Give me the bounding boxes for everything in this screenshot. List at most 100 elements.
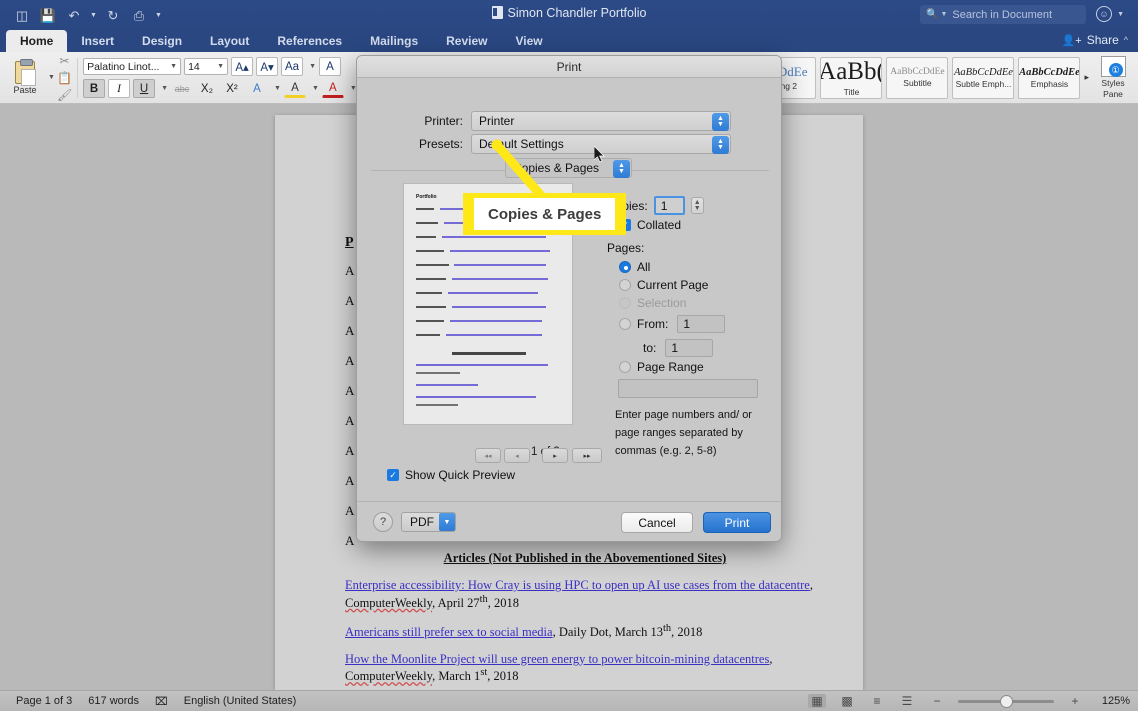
article-source: ComputerWeekly (345, 595, 433, 610)
draft-view-icon[interactable]: ☰ (898, 694, 916, 708)
undo-icon[interactable]: ↶ (62, 4, 86, 26)
redo-icon[interactable]: ↻ (101, 4, 125, 26)
proofing-icon[interactable]: ⌧ (155, 695, 168, 708)
font-name-combo[interactable]: Palatino Linot... ▼ (83, 58, 182, 75)
zoom-slider[interactable] (958, 694, 1054, 708)
clear-formatting-icon[interactable]: A (319, 57, 341, 76)
section-stepper-icon[interactable]: ▲ ▼ (613, 160, 630, 178)
status-right-cluster: ▦ ▩ ≡ ☰ − + 125% (808, 694, 1130, 708)
zoom-in-button[interactable]: + (1066, 694, 1084, 708)
article-link[interactable]: How the Moonlite Project will use green … (345, 652, 769, 666)
ribbon-collapse-icon[interactable]: ^ (1124, 35, 1128, 45)
paste-dropdown-icon[interactable]: ▼ (48, 74, 55, 81)
pages-all-radio[interactable] (619, 261, 631, 273)
help-button[interactable]: ? (373, 512, 393, 532)
article-date: , March 1 (432, 669, 481, 684)
font-size-combo[interactable]: 14 ▼ (184, 58, 229, 75)
tab-insert[interactable]: Insert (67, 30, 128, 52)
outline-view-icon[interactable]: ≡ (868, 694, 886, 708)
share-button[interactable]: 👤+ Share ^ (1062, 33, 1128, 47)
save-icon[interactable]: 💾 (36, 4, 60, 26)
styles-pane-button[interactable]: ① Styles Pane (1093, 56, 1133, 99)
underline-button[interactable]: U (133, 79, 156, 98)
pages-page-range-radio[interactable] (619, 361, 631, 373)
customize-toolbar-icon[interactable]: ▼ (155, 12, 162, 19)
cut-icon[interactable]: ✂ (60, 54, 70, 68)
feedback-dropdown-icon[interactable]: ▼ (1117, 11, 1124, 18)
status-page[interactable]: Page 1 of 3 (16, 695, 72, 707)
chevron-down-icon: ▼ (170, 63, 178, 70)
change-case-dropdown-icon[interactable]: ▼ (309, 63, 316, 70)
undo-dropdown-icon[interactable]: ▼ (90, 12, 97, 19)
web-layout-view-icon[interactable]: ▩ (838, 694, 856, 708)
tab-layout[interactable]: Layout (196, 30, 263, 52)
preview-last-button[interactable]: ▸▸ (572, 448, 602, 463)
style-subtle-emphasis[interactable]: AaBbCcDdEe Subtle Emph... (952, 56, 1015, 99)
article-link[interactable]: Americans still prefer sex to social med… (345, 625, 553, 639)
tab-design[interactable]: Design (128, 30, 196, 52)
search-dropdown-icon[interactable]: ▼ (940, 11, 947, 18)
print-section-select[interactable]: Copies & Pages ▲ ▼ (505, 158, 632, 178)
sidebar-toggle-icon[interactable]: ◫ (10, 4, 34, 26)
pdf-dropdown-icon[interactable]: ▼ (439, 513, 455, 531)
preview-next-button[interactable]: ▸ (542, 448, 568, 463)
print-layout-view-icon[interactable]: ▦ (808, 694, 826, 708)
copy-icon[interactable]: 📋 (57, 71, 72, 85)
status-language[interactable]: English (United States) (184, 695, 297, 707)
strikethrough-button[interactable]: abc (171, 79, 193, 98)
style-sample: AaBbCcDdEe (890, 67, 945, 77)
tab-view[interactable]: View (501, 30, 556, 52)
highlight-icon[interactable]: A (283, 79, 306, 98)
print-button[interactable]: Print (703, 512, 771, 533)
tab-review[interactable]: Review (432, 30, 501, 52)
status-words[interactable]: 617 words (88, 695, 139, 707)
preview-first-button[interactable]: ◂◂ (475, 448, 501, 463)
cancel-button[interactable]: Cancel (621, 512, 693, 533)
style-title[interactable]: AaBb( Title (820, 56, 883, 99)
pages-current-radio[interactable] (619, 279, 631, 291)
shrink-font-icon[interactable]: A▾ (256, 57, 279, 76)
show-quick-preview-checkbox[interactable]: ✓ (387, 469, 399, 481)
bold-button[interactable]: B (83, 79, 106, 98)
search-input[interactable]: 🔍 ▼ Search in Document (920, 5, 1086, 24)
feedback-smiley-icon[interactable]: ☺ (1096, 6, 1112, 22)
pdf-button[interactable]: PDF ▼ (401, 512, 456, 532)
printer-select[interactable]: Printer ▲ ▼ (471, 111, 731, 131)
tab-references[interactable]: References (263, 30, 356, 52)
preview-prev-button[interactable]: ◂ (504, 448, 530, 463)
tab-mailings[interactable]: Mailings (356, 30, 432, 52)
text-effects-dropdown-icon[interactable]: ▼ (274, 85, 281, 92)
article-link[interactable]: Enterprise accessibility: How Cray is us… (345, 578, 810, 592)
copies-input[interactable]: 1 (653, 196, 685, 215)
text-effects-icon[interactable]: A (246, 79, 268, 98)
document-title: Simon Chandler Portfolio (507, 6, 647, 20)
underline-dropdown-icon[interactable]: ▼ (161, 85, 168, 92)
presets-stepper-icon[interactable]: ▲ ▼ (712, 136, 729, 154)
pages-from-radio[interactable] (619, 318, 631, 330)
zoom-level[interactable]: 125% (1096, 695, 1130, 707)
zoom-out-button[interactable]: − (928, 694, 946, 708)
printer-value: Printer (479, 114, 515, 128)
format-painter-icon[interactable]: 🖌 (57, 88, 72, 102)
page-range-input[interactable] (618, 379, 758, 398)
superscript-button[interactable]: X² (221, 79, 243, 98)
pages-to-input[interactable]: 1 (665, 339, 714, 357)
pages-from-input[interactable]: 1 (677, 315, 726, 333)
grow-font-icon[interactable]: A▴ (231, 57, 254, 76)
style-subtitle[interactable]: AaBbCcDdEe Subtitle (886, 56, 949, 99)
copies-stepper-icon[interactable]: ▲ ▼ (690, 197, 704, 214)
subscript-button[interactable]: X₂ (196, 79, 218, 98)
paste-button[interactable]: Paste (5, 58, 45, 95)
font-color-icon[interactable]: A (321, 79, 344, 98)
style-emphasis[interactable]: AaBbCcDdEe Emphasis (1018, 56, 1081, 99)
pages-label: Pages: (607, 241, 645, 255)
change-case-icon[interactable]: Aa (281, 57, 304, 76)
zoom-slider-knob[interactable] (1000, 694, 1013, 708)
styles-more-icon[interactable]: ▸ (1084, 72, 1089, 83)
print-icon[interactable]: ⎙ (127, 4, 151, 26)
tab-home[interactable]: Home (6, 30, 68, 52)
highlight-dropdown-icon[interactable]: ▼ (312, 85, 319, 92)
italic-button[interactable]: I (108, 79, 131, 98)
articles-section-title: Articles (Not Published in the Abovement… (443, 551, 727, 565)
printer-stepper-icon[interactable]: ▲ ▼ (712, 113, 729, 131)
